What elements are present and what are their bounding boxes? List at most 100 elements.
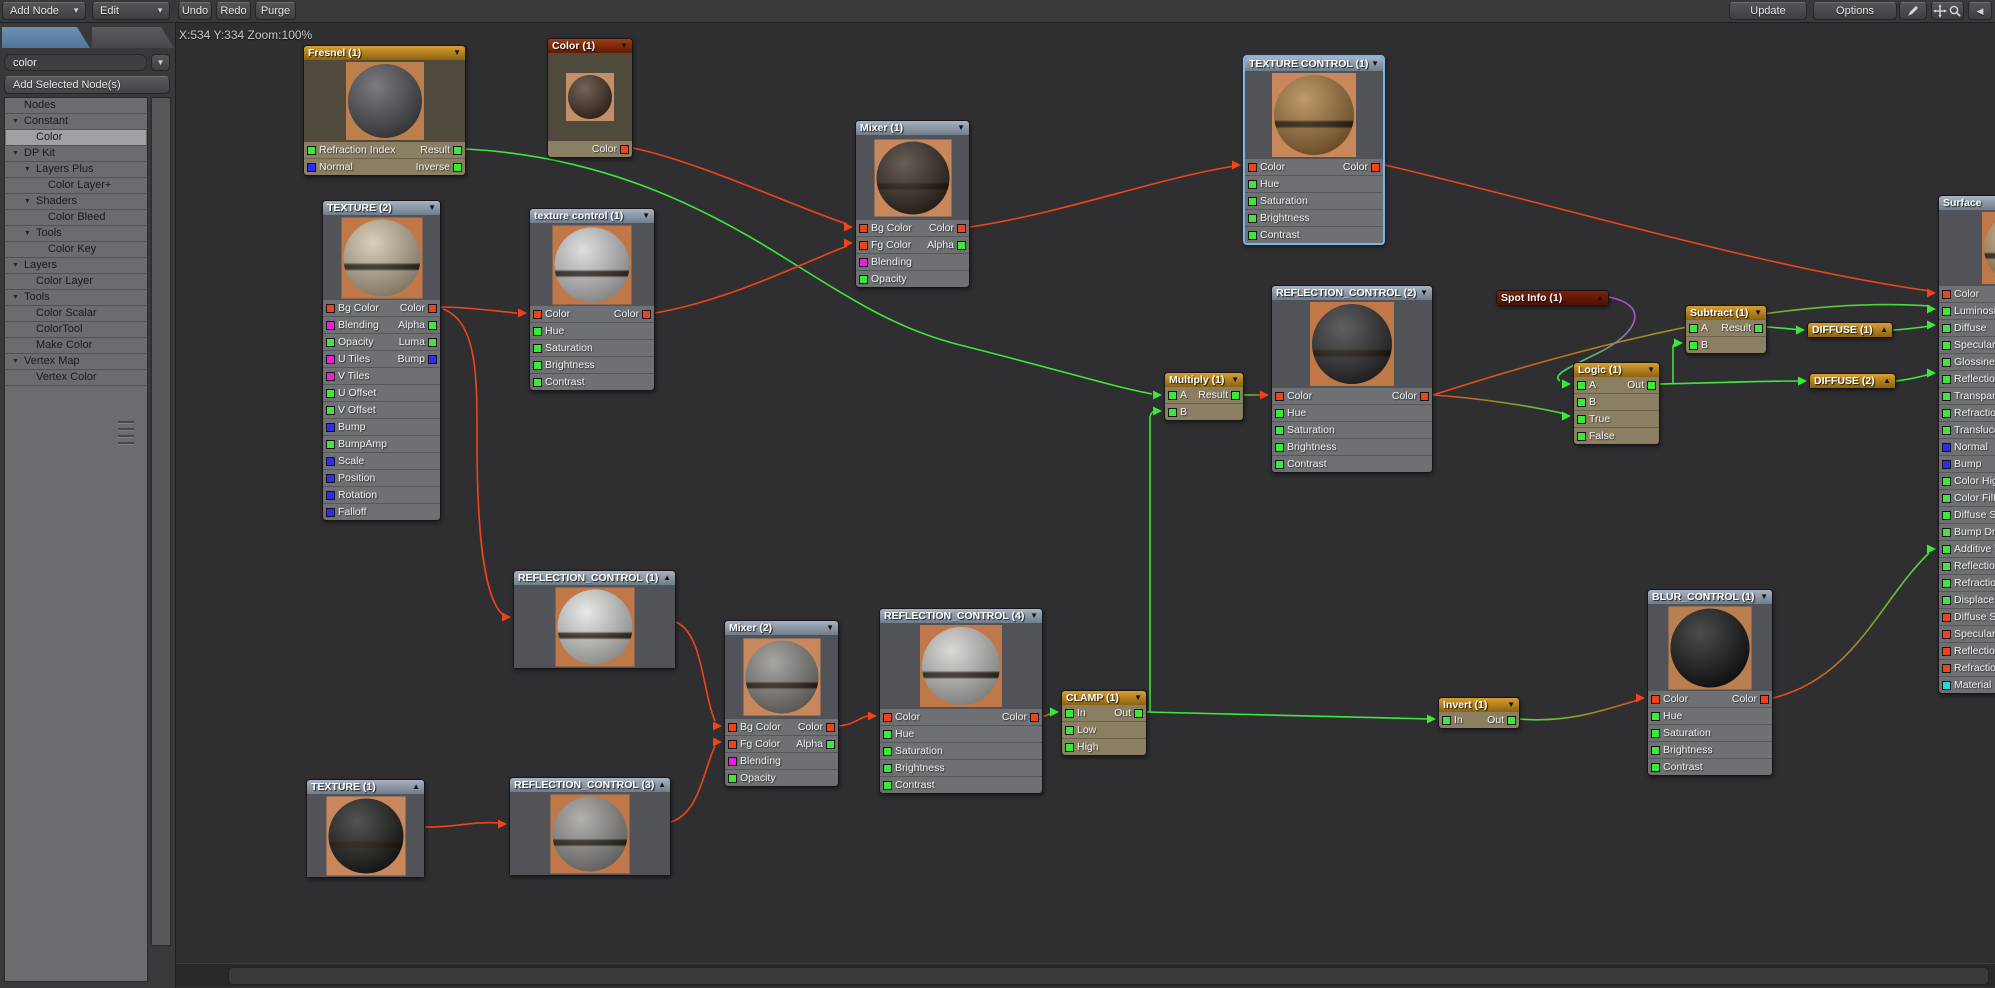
port-in-a[interactable] — [1168, 391, 1177, 400]
port-out-out[interactable] — [1647, 381, 1656, 390]
node-title-bar[interactable]: CLAMP (1)▼ — [1062, 691, 1146, 705]
port-in-diffuse-sharpness[interactable] — [1942, 511, 1951, 520]
port-in-color[interactable] — [1942, 290, 1951, 299]
port-out-result[interactable] — [1231, 391, 1240, 400]
port-in-glossiness[interactable] — [1942, 358, 1951, 367]
tree-item-layers-plus[interactable]: ▼Layers Plus — [6, 162, 146, 178]
node-logic[interactable]: Logic (1)▼AOutBTrueFalse — [1573, 362, 1660, 445]
port-in-specular-shading[interactable] — [1942, 630, 1951, 639]
port-out-inverse[interactable] — [453, 163, 462, 172]
port-in-contrast[interactable] — [1248, 231, 1257, 240]
node-title-bar[interactable]: Surface▼ — [1939, 196, 1995, 210]
tree-expand-arrow-icon[interactable]: ▼ — [12, 354, 19, 369]
node-collapse-arrow-icon[interactable]: ▲ — [663, 571, 671, 585]
port-out-bump[interactable] — [428, 355, 437, 364]
port-out-result[interactable] — [453, 146, 462, 155]
port-in-brightness[interactable] — [883, 764, 892, 773]
port-in-blending[interactable] — [859, 258, 868, 267]
node-texctrl[interactable]: texture control (1)▼ColorColorHueSaturat… — [529, 208, 655, 391]
port-in-hue[interactable] — [533, 327, 542, 336]
node-collapse-arrow-icon[interactable]: ▼ — [1647, 363, 1655, 377]
search-input[interactable] — [4, 54, 147, 71]
port-in-hue[interactable] — [883, 730, 892, 739]
node-title-bar[interactable]: Spot Info (1)▲ — [1497, 291, 1608, 305]
tree-item-colortool[interactable]: ColorTool — [6, 322, 146, 338]
port-in-low[interactable] — [1065, 726, 1074, 735]
port-in-falloff[interactable] — [326, 508, 335, 517]
node-title-bar[interactable]: TEXTURE CONTROL (1)▼ — [1245, 57, 1383, 71]
pan-zoom-button[interactable] — [1931, 2, 1964, 20]
port-in-bg-color[interactable] — [728, 723, 737, 732]
port-in-v-tiles[interactable] — [326, 372, 335, 381]
port-in-color[interactable] — [533, 310, 542, 319]
port-in-bump[interactable] — [1942, 460, 1951, 469]
node-tex2[interactable]: TEXTURE (2)▼Bg ColorColorBlendingAlphaOp… — [322, 200, 441, 521]
node-diffuse1[interactable]: DIFFUSE (1)▲ — [1807, 322, 1893, 338]
purge-button[interactable]: Purge — [255, 2, 296, 20]
graph-canvas[interactable]: X:534 Y:334 Zoom:100% Fresnel (1)▼Refrac… — [175, 22, 1995, 963]
node-collapse-arrow-icon[interactable]: ▲ — [658, 778, 666, 792]
port-in-contrast[interactable] — [533, 378, 542, 387]
port-in-rotation[interactable] — [326, 491, 335, 500]
port-in-blending[interactable] — [326, 321, 335, 330]
tree-item-nodes[interactable]: Nodes — [6, 98, 146, 114]
tree-item-shaders[interactable]: ▼Shaders — [6, 194, 146, 210]
port-in-a[interactable] — [1577, 381, 1586, 390]
port-out-color[interactable] — [1030, 713, 1039, 722]
tree-item-tools[interactable]: ▼Tools — [6, 290, 146, 306]
node-collapse-arrow-icon[interactable]: ▼ — [957, 121, 965, 135]
port-in-saturation[interactable] — [1248, 197, 1257, 206]
port-in-b[interactable] — [1577, 398, 1586, 407]
node-title-bar[interactable]: BLUR_CONTROL (1)▼ — [1648, 590, 1772, 604]
options-button[interactable]: Options — [1813, 2, 1897, 20]
port-in-refraction-index[interactable] — [307, 146, 316, 155]
port-in-fg-color[interactable] — [859, 241, 868, 250]
tree-item-color-bleed[interactable]: Color Bleed — [6, 210, 146, 226]
node-rc4[interactable]: REFLECTION_CONTROL (4)▼ColorColorHueSatu… — [879, 608, 1043, 794]
port-out-out[interactable] — [1507, 716, 1516, 725]
update-button[interactable]: Update — [1729, 2, 1807, 20]
tab-node-flow[interactable] — [92, 27, 174, 48]
port-out-luma[interactable] — [428, 338, 437, 347]
port-out-alpha[interactable] — [826, 740, 835, 749]
port-in-normal[interactable] — [1942, 443, 1951, 452]
port-in-fg-color[interactable] — [728, 740, 737, 749]
node-title-bar[interactable]: REFLECTION_CONTROL (4)▼ — [880, 609, 1042, 623]
port-out-result[interactable] — [1754, 324, 1763, 333]
tree-item-color[interactable]: Color — [6, 130, 146, 146]
port-in-translucency[interactable] — [1942, 426, 1951, 435]
port-in-u-tiles[interactable] — [326, 355, 335, 364]
node-fresnel[interactable]: Fresnel (1)▼Refraction IndexResultNormal… — [303, 45, 466, 176]
port-out-out[interactable] — [1134, 709, 1143, 718]
node-diffuse2[interactable]: DIFFUSE (2)▲ — [1809, 373, 1896, 389]
node-color1[interactable]: Color (1)▼Color — [547, 38, 633, 158]
port-in-blending[interactable] — [728, 757, 737, 766]
port-in-diffuse[interactable] — [1942, 324, 1951, 333]
port-in-color[interactable] — [883, 713, 892, 722]
tree-expand-arrow-icon[interactable]: ▼ — [12, 290, 19, 305]
tree-item-vertex-map[interactable]: ▼Vertex Map — [6, 354, 146, 370]
port-in-color-filter[interactable] — [1942, 494, 1951, 503]
port-in-opacity[interactable] — [728, 774, 737, 783]
node-collapse-arrow-icon[interactable]: ▲ — [1596, 291, 1604, 305]
node-title-bar[interactable]: Mixer (2)▼ — [725, 621, 838, 635]
node-collapse-arrow-icon[interactable]: ▼ — [642, 209, 650, 223]
node-multiply[interactable]: Multiply (1)▼AResultB — [1164, 372, 1244, 421]
port-out-color[interactable] — [1371, 163, 1380, 172]
port-out-color[interactable] — [642, 310, 651, 319]
node-collapse-arrow-icon[interactable]: ▼ — [1507, 698, 1515, 712]
port-in-bg-color[interactable] — [859, 224, 868, 233]
node-surface[interactable]: Surface▼ColorLuminosityDiffuseSpecularit… — [1938, 195, 1995, 694]
node-clamp[interactable]: CLAMP (1)▼InOutLowHigh — [1061, 690, 1147, 756]
port-in-transparency[interactable] — [1942, 392, 1951, 401]
port-in-reflection-shading[interactable] — [1942, 647, 1951, 656]
port-in-b[interactable] — [1168, 408, 1177, 417]
search-history-dropdown[interactable]: ▼ — [151, 54, 170, 71]
port-in-saturation[interactable] — [1651, 729, 1660, 738]
node-title-bar[interactable]: Fresnel (1)▼ — [304, 46, 465, 60]
port-in-in[interactable] — [1442, 716, 1451, 725]
port-in-color[interactable] — [1651, 695, 1660, 704]
node-rc2[interactable]: REFLECTION_CONTROL (2)▼ColorColorHueSatu… — [1271, 285, 1433, 473]
collapse-panel-button[interactable]: ◀ — [1968, 2, 1992, 20]
port-out-color[interactable] — [428, 304, 437, 313]
